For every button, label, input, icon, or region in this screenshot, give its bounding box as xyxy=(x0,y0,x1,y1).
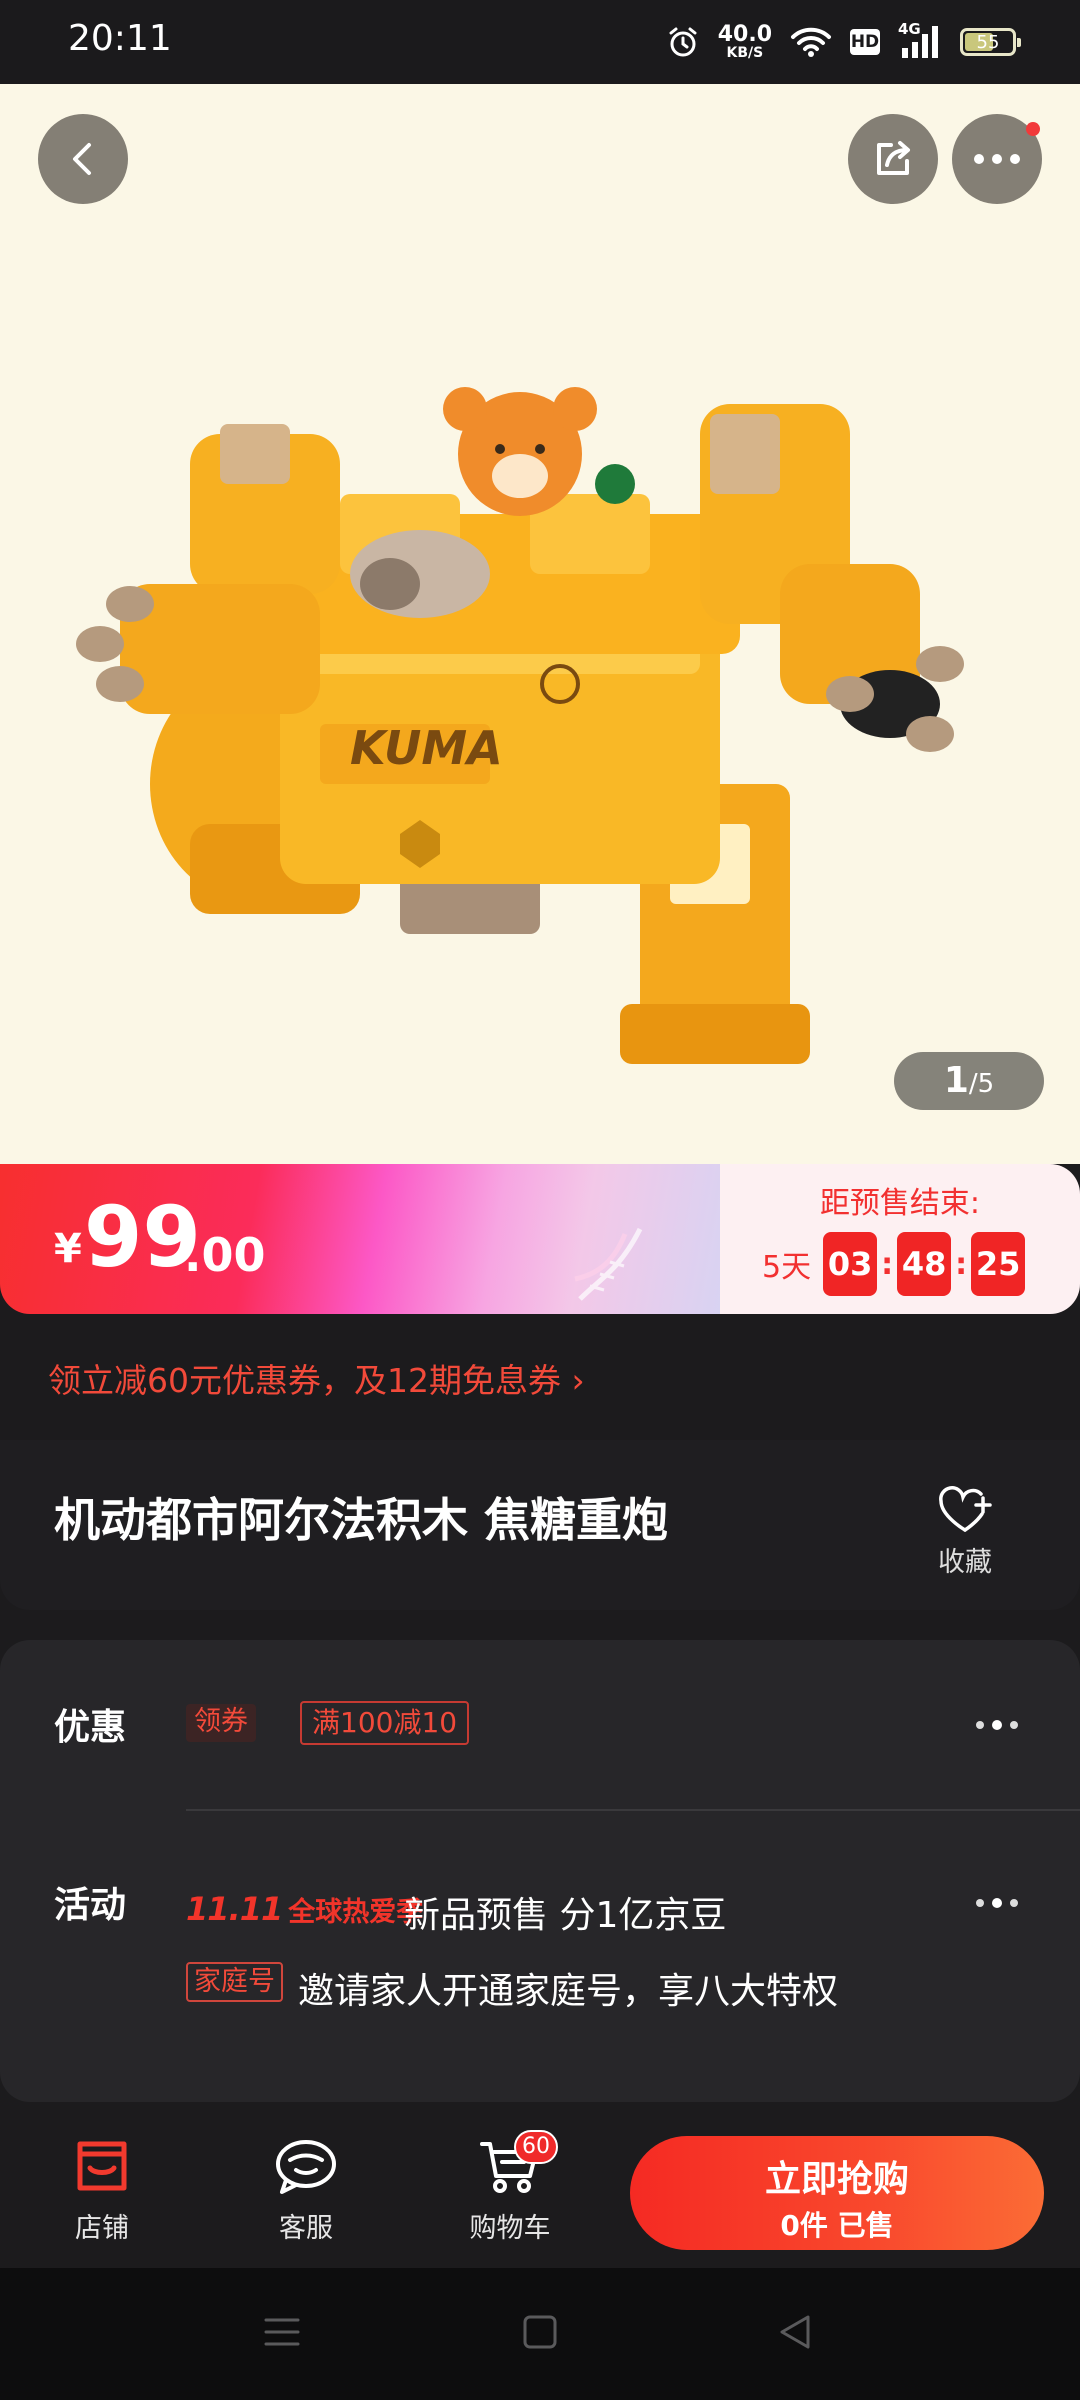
hd-icon: HD xyxy=(850,29,880,55)
battery-level: 55 xyxy=(976,31,1000,53)
back-button[interactable] xyxy=(38,114,128,204)
discount-more-button[interactable] xyxy=(976,1720,1018,1730)
coupon-link[interactable]: 领立减60元优惠券，及12期免息券 › xyxy=(48,1354,585,1402)
product-title: 机动都市阿尔法积木 焦糖重炮 xyxy=(54,1493,669,1547)
price-decimal: .00 xyxy=(184,1228,266,1282)
activity-more-button[interactable] xyxy=(976,1898,1018,1908)
network-type-label: 4G xyxy=(898,20,921,38)
share-button[interactable] xyxy=(848,114,938,204)
battery-icon: 55 xyxy=(960,28,1021,56)
countdown-minutes: 48 xyxy=(897,1232,952,1296)
countdown-separator: : xyxy=(881,1246,894,1282)
countdown-timer: 5天 03 : 48 : 25 xyxy=(762,1232,1026,1296)
status-time: 20:11 xyxy=(68,18,172,59)
price-panel: ¥ 99 .00 xyxy=(0,1164,720,1314)
activity-label: 活动 xyxy=(54,1885,127,1926)
product-image: KUMA xyxy=(76,387,964,1064)
store-button[interactable]: 店铺 xyxy=(42,2136,162,2245)
divider xyxy=(186,1809,1080,1811)
chat-face-icon xyxy=(276,2140,336,2194)
currency-symbol: ¥ xyxy=(54,1226,82,1272)
net-speed: 40.0 KB/S xyxy=(717,22,772,61)
sold-count: 0件 已售 xyxy=(780,2209,894,2242)
presale-title: 距预售结束: xyxy=(819,1186,981,1221)
countdown-hours: 03 xyxy=(823,1232,878,1296)
buy-now-label: 立即抢购 xyxy=(764,2159,909,2200)
countdown-days: 5天 xyxy=(762,1250,812,1285)
dna-icon xyxy=(574,1227,643,1301)
back-nav-button[interactable] xyxy=(776,2312,816,2356)
family-account-tag: 家庭号 xyxy=(186,1962,283,2002)
notification-dot xyxy=(1026,122,1040,136)
cart-label: 购物车 xyxy=(469,2213,551,2244)
bottom-action-bar: 店铺 客服 60 购物车 立即抢购 0件 已售 xyxy=(0,2118,1080,2268)
coupon-tag[interactable]: 领券 xyxy=(186,1704,256,1742)
double-eleven-badge: 11.11 全球热爱季 xyxy=(186,1890,424,1928)
more-menu-button[interactable] xyxy=(952,114,1042,204)
system-navigation-bar xyxy=(0,2268,1080,2400)
alarm-icon xyxy=(666,25,700,59)
countdown-separator: : xyxy=(955,1246,968,1282)
status-icons: 40.0 KB/S HD 4G 55 xyxy=(666,18,1021,66)
signal-icon: 4G xyxy=(898,20,942,60)
customer-service-label: 客服 xyxy=(279,2213,333,2244)
product-image-gallery[interactable]: KUMA 1/5 xyxy=(0,84,1080,1164)
promotions-card: 优惠 领券 满100减10 活动 11.11 全球热爱季 新品预售 分1亿京豆 … xyxy=(0,1640,1080,2102)
cart-count-badge: 60 xyxy=(514,2130,558,2164)
menu-nav-button[interactable] xyxy=(262,2312,302,2356)
price-banner: ¥ 99 .00 距预售结束: 5天 03 : 48 : 25 xyxy=(0,1164,1080,1314)
more-dots-icon xyxy=(974,154,1020,164)
home-square-icon xyxy=(523,2315,557,2349)
product-print-text: KUMA xyxy=(350,721,503,775)
store-label: 店铺 xyxy=(75,2213,129,2244)
chevron-left-icon xyxy=(73,143,91,175)
wifi-icon xyxy=(790,25,832,59)
status-bar: 20:11 40.0 KB/S HD 4G 55 xyxy=(0,0,1080,84)
product-title-card: 机动都市阿尔法积木 焦糖重炮 收藏 xyxy=(0,1440,1080,1610)
activity-text: 新品预售 分1亿京豆 xyxy=(404,1895,727,1936)
customer-service-button[interactable]: 客服 xyxy=(246,2136,366,2245)
home-nav-button[interactable] xyxy=(520,2312,560,2356)
back-triangle-icon xyxy=(780,2315,810,2349)
discount-label: 优惠 xyxy=(54,1707,127,1748)
cart-button[interactable]: 60 购物车 xyxy=(450,2130,570,2245)
countdown-seconds: 25 xyxy=(971,1232,1026,1296)
menu-icon xyxy=(264,2318,300,2346)
coupon-offer-tag[interactable]: 满100减10 xyxy=(300,1701,470,1745)
buy-now-button[interactable]: 立即抢购 0件 已售 xyxy=(630,2136,1044,2250)
heart-plus-icon xyxy=(939,1486,992,1532)
store-icon xyxy=(77,2141,127,2191)
share-icon xyxy=(877,141,910,175)
presale-countdown-panel: 距预售结束: 5天 03 : 48 : 25 xyxy=(720,1164,1080,1314)
image-page-indicator: 1/5 xyxy=(894,1052,1044,1110)
favorite-label: 收藏 xyxy=(938,1547,992,1578)
family-account-text[interactable]: 邀请家人开通家庭号，享八大特权 xyxy=(298,1962,838,2014)
favorite-button[interactable]: 收藏 xyxy=(920,1486,1010,1579)
